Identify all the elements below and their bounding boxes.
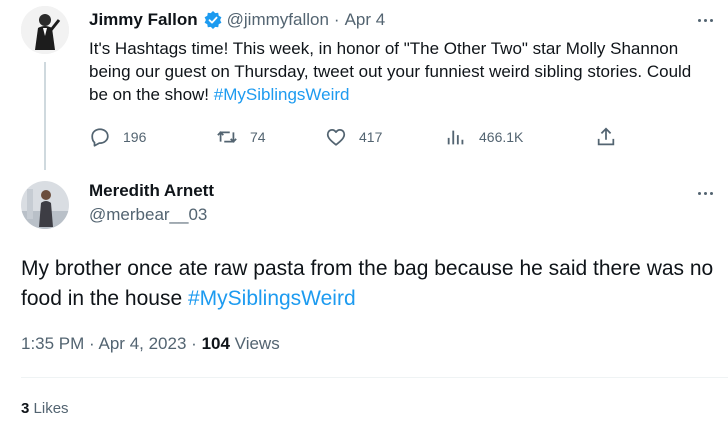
tweet2-likes-count: 3	[21, 400, 30, 417]
retweet-button[interactable]: 74	[216, 126, 266, 148]
tweet2-meta: 1:35 PM · Apr 4, 2023 · 104 Views	[21, 334, 280, 354]
tweet1-author-name[interactable]: Jimmy Fallon	[89, 10, 198, 30]
views-count: 466.1K	[479, 129, 524, 145]
meta-separator: ·	[89, 334, 95, 353]
like-count: 417	[359, 129, 383, 145]
retweet-count: 74	[250, 129, 266, 145]
like-button[interactable]: 417	[325, 126, 382, 148]
heart-icon	[326, 128, 346, 146]
tweet2-time[interactable]: 1:35 PM	[21, 334, 84, 353]
reply-count: 196	[123, 129, 147, 145]
avatar-jimmy-fallon[interactable]	[21, 6, 69, 54]
tweet2-views-label: Views	[234, 334, 280, 353]
thread-connector-line	[44, 62, 46, 170]
tweet1-separator: ·	[333, 10, 340, 29]
tweet1-header: Jimmy Fallon @jimmyfallon · Apr 4	[89, 10, 385, 30]
views-button[interactable]: 466.1K	[445, 126, 523, 148]
tweet2-text-body: My brother once ate raw pasta from the b…	[21, 257, 714, 310]
more-options-icon[interactable]	[694, 188, 716, 198]
tweet1-action-bar: 196 74 417 466.1K	[89, 126, 629, 150]
avatar-meredith-arnett[interactable]	[21, 181, 69, 229]
tweet2-author-handle[interactable]: @merbear__03	[89, 205, 207, 225]
verified-badge-icon	[203, 10, 223, 30]
tweet2-hashtag-link[interactable]: #MySiblingsWeird	[188, 287, 356, 310]
tweet1-author-handle[interactable]: @jimmyfallon	[227, 10, 329, 30]
more-options-icon[interactable]	[694, 15, 716, 25]
share-icon	[597, 127, 615, 146]
meta-separator: ·	[191, 334, 197, 353]
reply-icon	[91, 128, 109, 147]
reply-button[interactable]: 196	[89, 126, 146, 148]
tweet2-author-name[interactable]: Meredith Arnett	[89, 181, 214, 201]
tweet2-likes-label: Likes	[33, 400, 69, 417]
tweet1-hashtag-link[interactable]: #MySiblingsWeird	[214, 85, 350, 104]
tweet2-likes-link[interactable]: 3 Likes	[21, 400, 69, 417]
tweet2-date[interactable]: Apr 4, 2023	[99, 334, 187, 353]
tweet1-text: It's Hashtags time! This week, in honor …	[89, 37, 699, 106]
retweet-icon	[217, 131, 237, 143]
tweet2-text: My brother once ate raw pasta from the b…	[21, 254, 721, 314]
tweet1-date[interactable]: Apr 4	[345, 10, 386, 30]
views-chart-icon	[447, 130, 464, 145]
tweet2-views-count: 104	[201, 334, 230, 353]
tweet1-text-body: It's Hashtags time! This week, in honor …	[89, 39, 692, 104]
divider	[21, 377, 728, 378]
share-button[interactable]	[595, 126, 629, 148]
